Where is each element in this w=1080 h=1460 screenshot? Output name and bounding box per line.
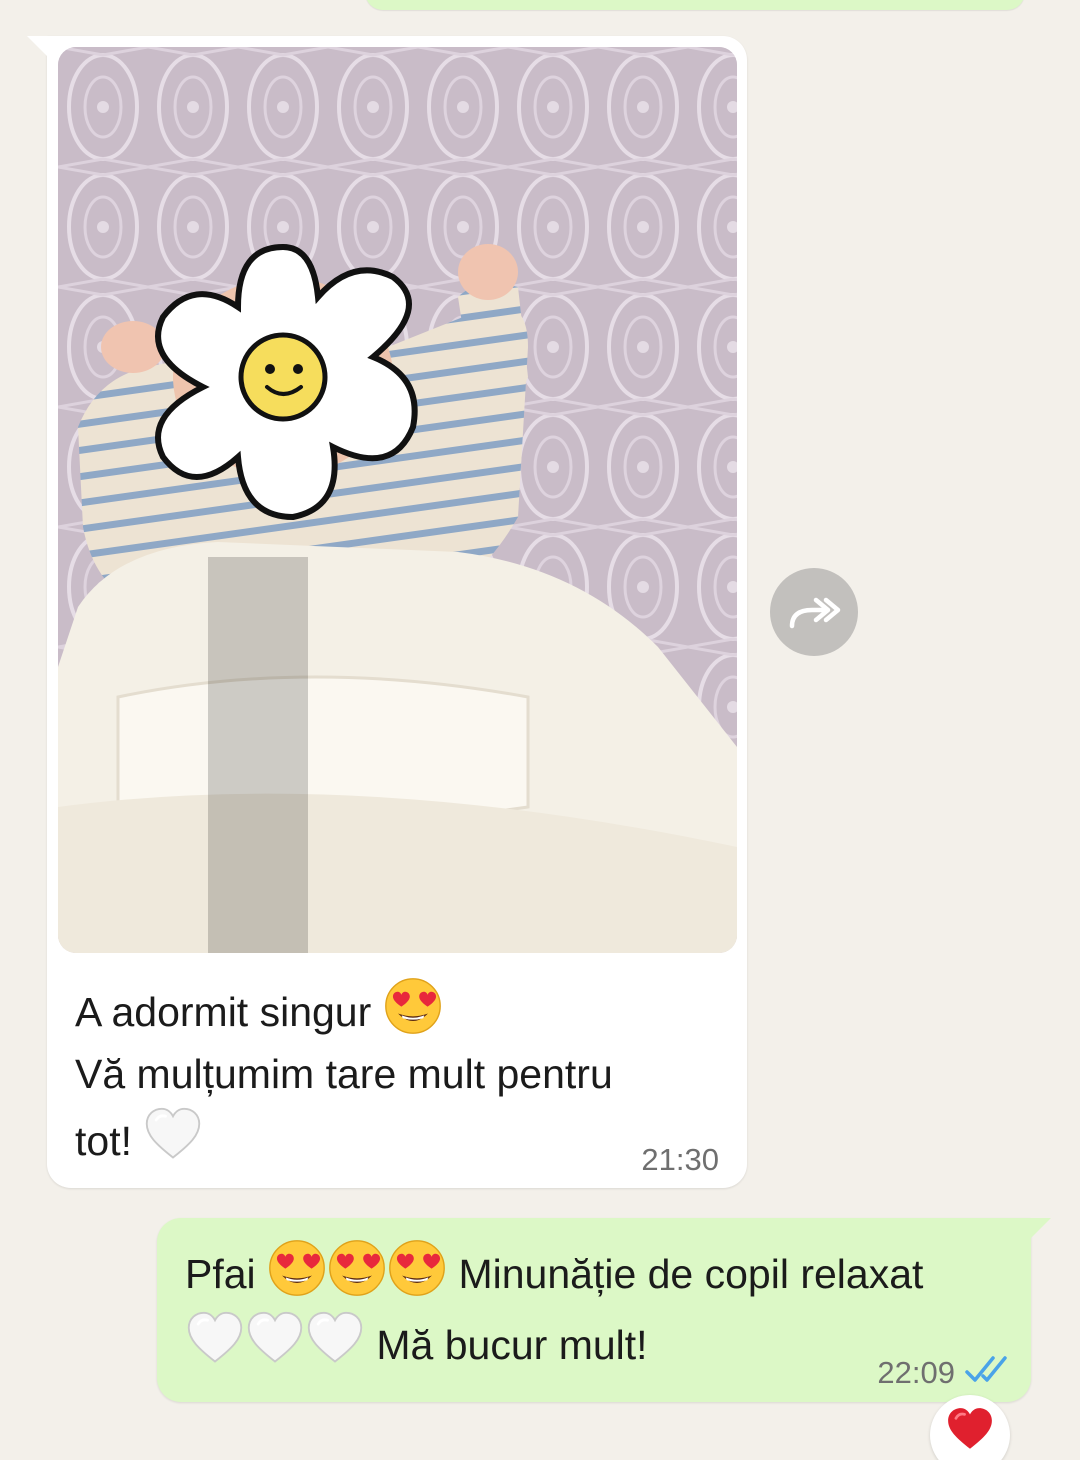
heart-eyes-emoji-icon (267, 1238, 327, 1298)
incoming-message-bubble[interactable]: A adormit singur Vă mulțumim tare mult p… (27, 36, 747, 1188)
outgoing-meta: 22:09 (877, 1354, 1011, 1392)
caption-line-1: A adormit singur (75, 989, 372, 1035)
outgoing-timestamp: 22:09 (877, 1355, 955, 1390)
bubble-tail (27, 36, 49, 58)
chat-thread: A adormit singur Vă mulțumim tare mult p… (0, 0, 1080, 1460)
previous-outgoing-message-bubble[interactable] (365, 0, 1025, 10)
incoming-caption: A adormit singur Vă mulțumim tare mult p… (75, 976, 695, 1172)
forward-button[interactable] (770, 568, 858, 656)
white-heart-emoji-icon (143, 1105, 203, 1165)
white-heart-emoji-icon (245, 1309, 305, 1369)
heart-eyes-emoji-icon (383, 976, 443, 1036)
heart-eyes-emoji-icon (327, 1238, 387, 1298)
outgoing-message-bubble[interactable]: Pfai Minunăție de copil relaxat Mă bucur… (157, 1218, 1051, 1402)
outgoing-line-1-prefix: Pfai (185, 1251, 256, 1297)
forward-icon (789, 597, 841, 629)
message-photo[interactable] (58, 47, 737, 953)
message-reaction[interactable] (930, 1395, 1010, 1460)
outgoing-line-1-suffix: Minunăție de copil relaxat (458, 1251, 924, 1297)
bubble-tail (1029, 1218, 1051, 1240)
white-heart-emoji-icon (185, 1309, 245, 1369)
double-check-read-icon (965, 1354, 1011, 1392)
outgoing-line-2: Mă bucur mult! (376, 1322, 648, 1368)
caption-line-3: tot! (75, 1118, 132, 1164)
incoming-timestamp: 21:30 (641, 1142, 719, 1177)
heart-eyes-emoji-icon (387, 1238, 447, 1298)
caption-line-2: Vă mulțumim tare mult pentru (75, 1051, 613, 1097)
red-heart-emoji-icon (945, 1405, 995, 1455)
white-heart-emoji-icon (305, 1309, 365, 1369)
